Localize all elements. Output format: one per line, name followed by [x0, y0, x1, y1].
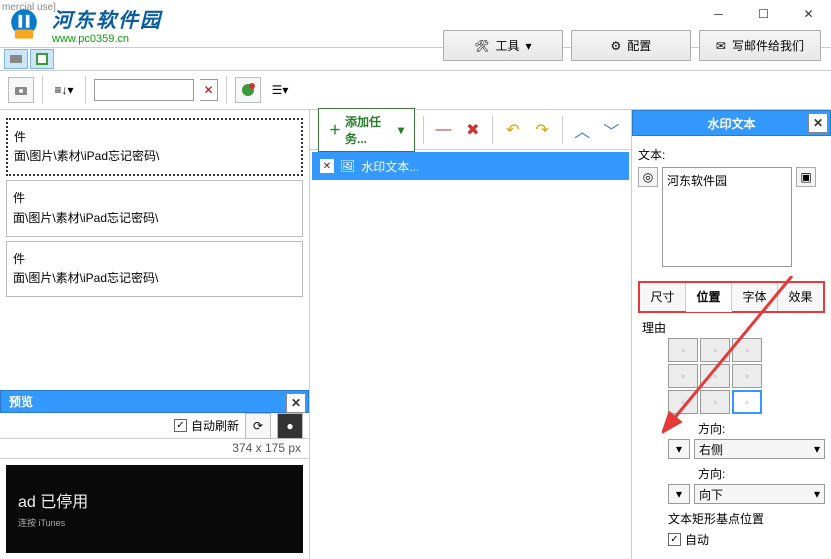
down-icon[interactable]: ﹀ [600, 117, 623, 143]
redo-icon[interactable]: ↷ [530, 117, 553, 143]
direction-dropdown-1[interactable]: ▾ [668, 439, 690, 459]
anchor-br[interactable]: ▫ [732, 390, 762, 414]
refresh-icon[interactable]: ⟳ [245, 413, 271, 439]
watermark-panel-header: 水印文本 ✕ [632, 110, 831, 136]
gear-badge-icon[interactable] [235, 77, 261, 103]
watermark-text-input[interactable] [662, 167, 792, 267]
watermark-icon: 🖼 [340, 159, 355, 173]
middle-column: ＋ 添加任务... ▾ — ✖ ↶ ↷ ︿ ﹀ ✕ 🖼 水印文本... [310, 110, 631, 559]
text-label: 文本: [638, 146, 825, 163]
gear-icon: ⚙ [611, 39, 622, 53]
auto-refresh-checkbox[interactable]: ✓自动刷新 [174, 417, 239, 434]
preview-header: 预览 ✕ [0, 390, 309, 413]
expand-icon[interactable]: ▣ [796, 167, 816, 187]
chevron-down-icon: ▾ [526, 39, 532, 53]
sort-icon[interactable]: ≡↓▾ [51, 77, 77, 103]
direction-label-1: 方向: [698, 420, 825, 437]
small-tab-2[interactable] [30, 49, 54, 69]
config-button[interactable]: ⚙ 配置 [571, 30, 691, 61]
up-icon[interactable]: ︿ [571, 117, 594, 143]
reason-label: 理由 [642, 319, 825, 336]
anchor-bl[interactable]: ▫ [668, 390, 698, 414]
tools-button[interactable]: 🛠 工具 ▾ [443, 30, 563, 61]
task-checkbox[interactable]: ✕ [320, 159, 334, 173]
chevron-down-icon: ▾ [398, 123, 404, 137]
mail-icon: ✉ [716, 39, 726, 53]
logo-area: 河东软件园 www.pc0359.cn [0, 0, 162, 48]
close-icon[interactable]: ✕ [286, 393, 306, 413]
list-item[interactable]: 件 面\图片\素材\iPad忘记密码\ [6, 118, 303, 176]
source-list: 件 面\图片\素材\iPad忘记密码\ 件 面\图片\素材\iPad忘记密码\ … [0, 110, 309, 390]
preview-dimensions: 374 x 175 px [0, 439, 309, 459]
plus-icon: ＋ [329, 121, 341, 138]
task-row[interactable]: ✕ 🖼 水印文本... [312, 152, 629, 180]
logo-icon [0, 0, 48, 48]
anchor-tl[interactable]: ▫ [668, 338, 698, 362]
anchor-mr[interactable]: ▫ [732, 364, 762, 388]
property-tabs: 尺寸 位置 字体 效果 [638, 281, 825, 313]
close-icon[interactable]: ✕ [808, 113, 828, 133]
tab-size[interactable]: 尺寸 [640, 283, 686, 311]
right-column: 水印文本 ✕ 文本: ◎ ▣ 尺寸 位置 字体 效果 理由 ▫▫▫ [631, 110, 831, 559]
direction-label-2: 方向: [698, 465, 825, 482]
tab-effect[interactable]: 效果 [778, 283, 823, 311]
anchor-ml[interactable]: ▫ [668, 364, 698, 388]
preview-image: ad 已停用 连按 iTunes [6, 465, 303, 553]
list-item[interactable]: 件 面\图片\素材\iPad忘记密码\ [6, 180, 303, 236]
list-item[interactable]: 件 面\图片\素材\iPad忘记密码\ [6, 241, 303, 297]
wrench-icon: 🛠 [474, 39, 489, 53]
filter-input[interactable] [94, 79, 194, 101]
mail-button[interactable]: ✉ 写邮件给我们 [699, 30, 821, 61]
rect-base-label: 文本矩形基点位置 [668, 510, 825, 527]
target-icon[interactable]: ◎ [638, 167, 658, 187]
list-options-icon[interactable]: ☰▾ [267, 77, 293, 103]
direction-select-down[interactable]: 向下▾ [694, 484, 825, 504]
anchor-grid: ▫▫▫ ▫▫▫ ▫▫▫ [668, 338, 825, 414]
anchor-tc[interactable]: ▫ [700, 338, 730, 362]
logo-url: www.pc0359.cn [52, 33, 162, 45]
delete-icon[interactable]: ✖ [461, 117, 484, 143]
camera-icon[interactable] [8, 77, 34, 103]
tab-position[interactable]: 位置 [686, 283, 732, 312]
minus-icon[interactable]: — [432, 117, 455, 143]
direction-select-right[interactable]: 右侧▾ [694, 439, 825, 459]
clear-filter-icon[interactable]: ✕ [200, 79, 218, 101]
direction-dropdown-2[interactable]: ▾ [668, 484, 690, 504]
tab-font[interactable]: 字体 [732, 283, 778, 311]
left-toolbar: ≡↓▾ ✕ ☰▾ [0, 70, 831, 110]
anchor-tr[interactable]: ▫ [732, 338, 762, 362]
anchor-bc[interactable]: ▫ [700, 390, 730, 414]
auto-checkbox[interactable]: ✓自动 [668, 531, 825, 548]
small-tab-1[interactable] [4, 49, 28, 69]
add-task-button[interactable]: ＋ 添加任务... ▾ [318, 108, 415, 152]
logo-title: 河东软件园 [52, 4, 162, 33]
zoom-icon[interactable]: ● [277, 413, 303, 439]
anchor-mc[interactable]: ▫ [700, 364, 730, 388]
left-column: 件 面\图片\素材\iPad忘记密码\ 件 面\图片\素材\iPad忘记密码\ … [0, 110, 310, 559]
header-bar: 河东软件园 www.pc0359.cn 🛠 工具 ▾ ⚙ 配置 ✉ 写邮件给我们 [0, 0, 831, 48]
undo-icon[interactable]: ↶ [501, 117, 524, 143]
